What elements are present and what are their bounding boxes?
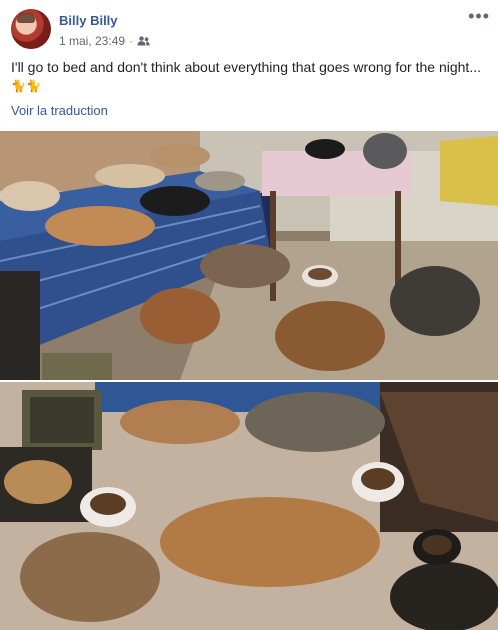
post-photo-1[interactable] (0, 131, 498, 380)
post-text: I'll go to bed and don't think about eve… (11, 58, 481, 96)
avatar[interactable] (11, 9, 51, 49)
post-photo-2[interactable] (0, 382, 498, 630)
post-header: Billy Billy 1 mai, 23:49 · ••• (11, 7, 490, 51)
cat-emoji-icon: 🐈 (11, 79, 26, 93)
facebook-post: Billy Billy 1 mai, 23:49 · ••• I'll go t… (0, 0, 498, 630)
photo-dogs-on-floor (0, 382, 498, 630)
cat-emoji-icon: 🐈 (25, 79, 41, 93)
author-name[interactable]: Billy Billy (59, 13, 118, 28)
post-message: I'll go to bed and don't think about eve… (11, 59, 481, 75)
meta-separator: · (129, 34, 134, 48)
post-timestamp[interactable]: 1 mai, 23:49 (59, 34, 125, 48)
photo-dogs-on-bed (0, 131, 498, 380)
friends-icon[interactable] (137, 36, 150, 46)
see-translation-link[interactable]: Voir la traduction (11, 103, 108, 118)
post-meta: 1 mai, 23:49 · (59, 34, 150, 48)
more-options-button[interactable]: ••• (468, 7, 490, 25)
